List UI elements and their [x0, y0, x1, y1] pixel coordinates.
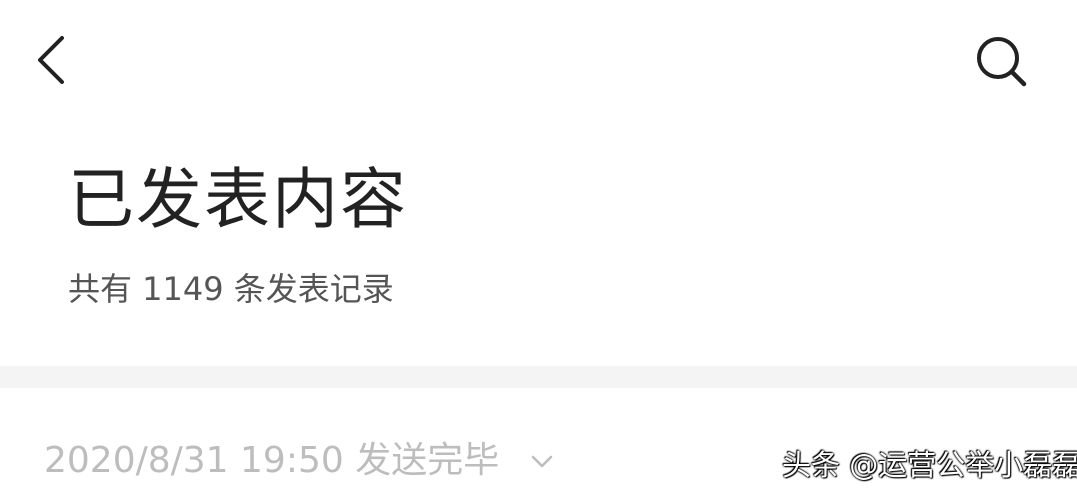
- chevron-left-icon: [38, 36, 64, 84]
- entry-status-text: 2020/8/31 19:50 发送完毕: [44, 440, 500, 481]
- watermark-text: 头条 @运营公举小磊磊: [782, 448, 1077, 482]
- search-button[interactable]: [968, 30, 1034, 92]
- section-divider: [0, 366, 1077, 388]
- chevron-down-icon: [531, 455, 552, 468]
- top-navigation-bar: [0, 0, 1077, 120]
- entry-status-toggle[interactable]: 2020/8/31 19:50 发送完毕: [44, 436, 555, 486]
- page-title: 已发表内容: [68, 161, 408, 238]
- search-icon: [977, 37, 1027, 87]
- page-header: 已发表内容 共有 1149 条发表记录: [0, 120, 1077, 365]
- back-button[interactable]: [28, 30, 76, 90]
- record-count-label: 共有 1149 条发表记录: [68, 270, 394, 308]
